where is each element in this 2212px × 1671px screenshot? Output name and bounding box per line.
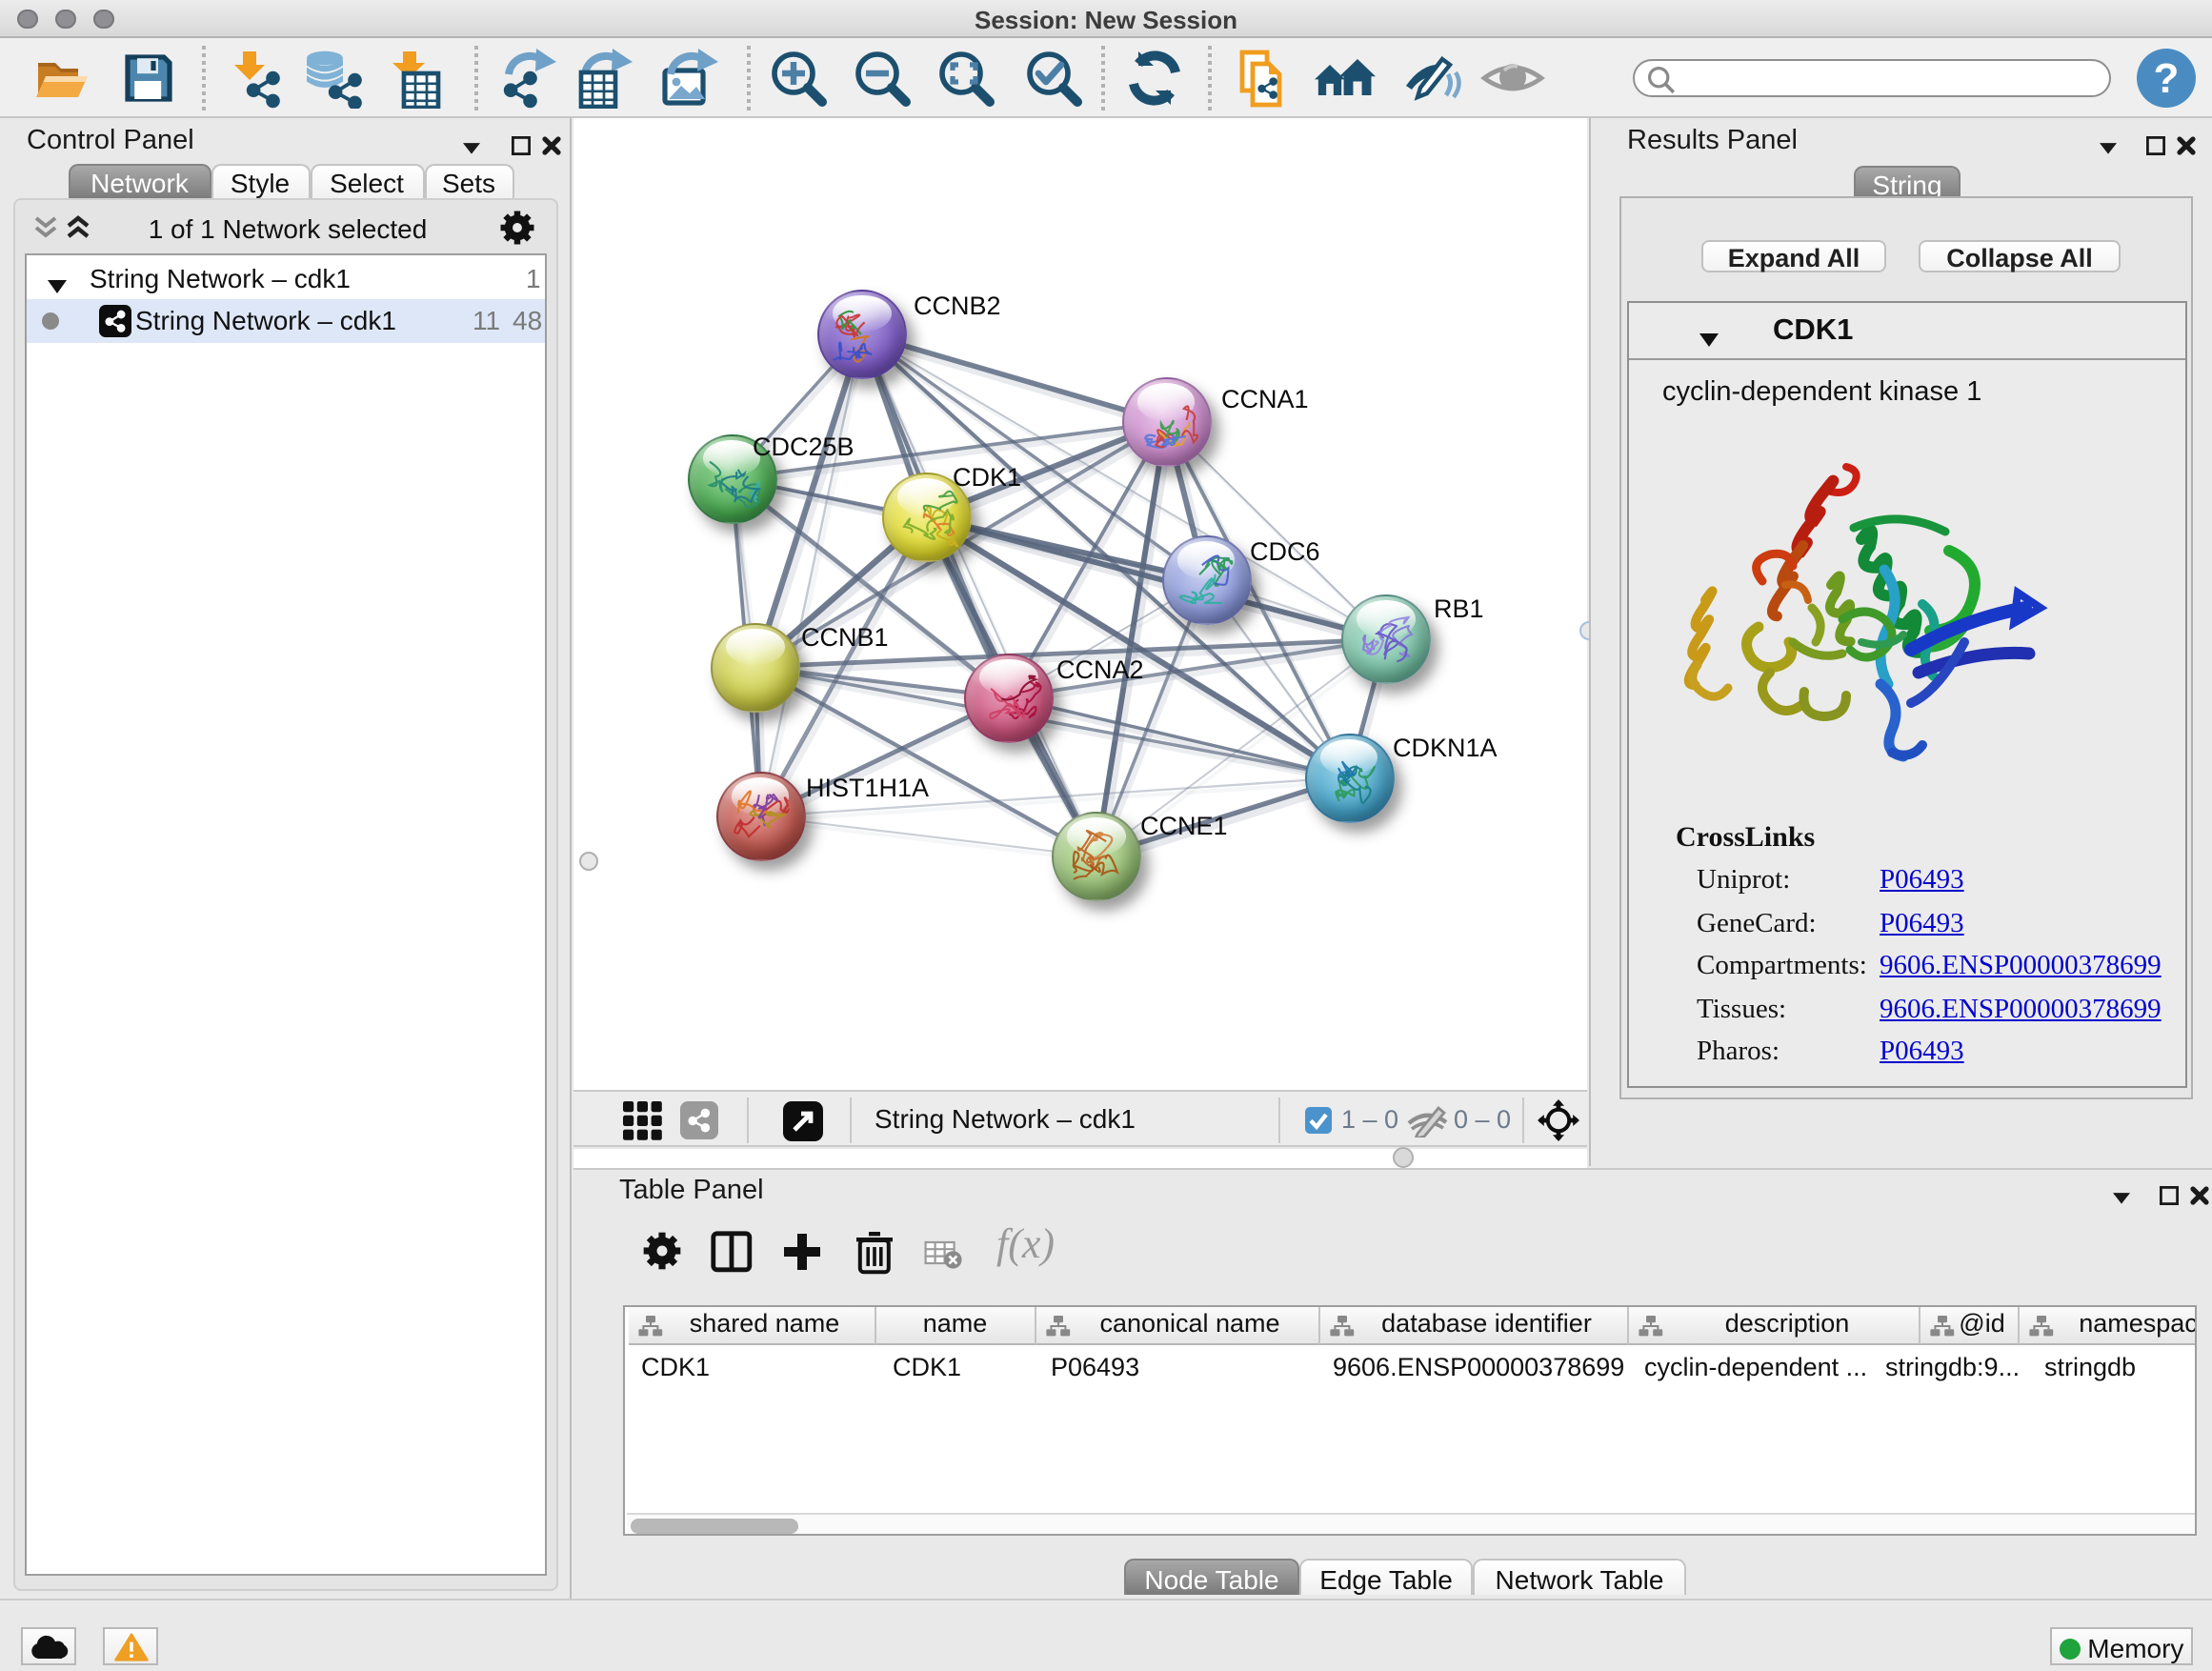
svg-text:?: ? [2154,55,2180,102]
